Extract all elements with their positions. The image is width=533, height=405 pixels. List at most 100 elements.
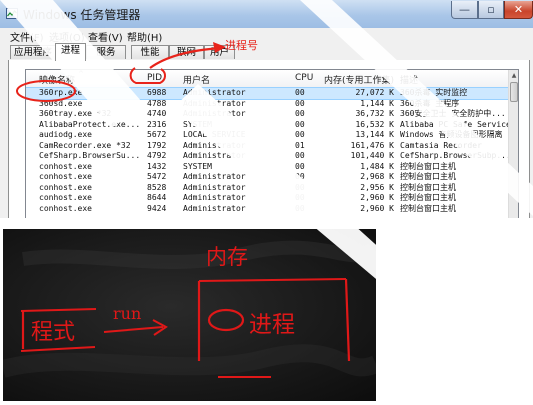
process-cpu: 00 bbox=[295, 182, 305, 192]
column-description[interactable]: 描述 bbox=[400, 73, 418, 86]
process-pid: 6988 bbox=[147, 88, 167, 97]
column-pid[interactable]: PID bbox=[147, 73, 162, 83]
process-description: 控制台窗口主机 bbox=[400, 182, 456, 192]
process-description: 360杀毒 主程序 bbox=[400, 98, 460, 108]
process-cpu: 00 bbox=[295, 151, 305, 160]
process-image-name: conhost.exe bbox=[39, 172, 92, 181]
process-row[interactable]: conhost.exe 9424 Administrator 00 2,960 K 控制台… bbox=[26, 204, 508, 215]
process-description: Camtasia Recorder bbox=[400, 140, 482, 150]
process-image-name: conhost.exe bbox=[39, 193, 92, 202]
program-chalk-label: 程式 bbox=[31, 320, 76, 345]
process-cpu: 00 bbox=[295, 119, 305, 129]
blackboard-photo: 内存 程式 run 进程 bbox=[3, 229, 376, 401]
process-memory: 161,476 K bbox=[350, 140, 394, 150]
tab-applications[interactable]: 应用程序 bbox=[10, 45, 56, 59]
process-pid: 4740 bbox=[147, 109, 167, 118]
process-pid: 8644 bbox=[147, 193, 167, 202]
process-description: 控制台窗口主机 bbox=[400, 161, 456, 171]
process-image-name: CamRecorder.exe *32 bbox=[39, 140, 131, 150]
process-row[interactable]: AlibabaProtect.exe... 2316 SYSTEM 00 16,532 … bbox=[26, 120, 508, 131]
column-cpu[interactable]: CPU bbox=[295, 73, 313, 83]
column-user-name[interactable]: 用户名 bbox=[183, 73, 210, 86]
process-pid: 5472 bbox=[147, 172, 167, 181]
process-pid: 1432 bbox=[147, 161, 167, 171]
process-cpu: 00 bbox=[295, 88, 305, 97]
task-manager-window: Windows 任务管理器 — ▫ ✕ 文件(F) 选项(O) 查看(V) 帮助… bbox=[0, 0, 533, 218]
process-row[interactable]: conhost.exe 8644 Administrator 00 2,960 K 控制台… bbox=[26, 193, 508, 204]
process-memory: 101,440 K bbox=[350, 151, 394, 160]
process-pid: 2316 bbox=[147, 119, 167, 129]
process-description: 360杀毒 实时监控 bbox=[400, 88, 468, 97]
process-pid: 8528 bbox=[147, 182, 167, 192]
process-user-name: Administrator bbox=[183, 109, 246, 118]
pid-annotation-note: 进程号 bbox=[225, 39, 258, 52]
minimize-button[interactable]: — bbox=[451, 1, 478, 19]
title-bar[interactable]: Windows 任务管理器 — ▫ ✕ bbox=[0, 0, 533, 28]
process-user-name: SYSTEM bbox=[183, 161, 212, 171]
process-cpu: 00 bbox=[295, 193, 305, 202]
process-pid: 9424 bbox=[147, 203, 167, 213]
process-cpu: 01 bbox=[295, 140, 305, 150]
process-pid: 1792 bbox=[147, 140, 167, 150]
process-image-name: CefSharp.BrowserSu... bbox=[39, 151, 141, 160]
tab-performance[interactable]: 性能 bbox=[131, 45, 169, 59]
menu-options[interactable]: 选项(O) bbox=[49, 29, 85, 44]
vertical-scrollbar[interactable]: ▲ bbox=[508, 70, 518, 218]
process-row[interactable]: conhost.exe 5472 Administrator 00 2,968 K 控制台… bbox=[26, 172, 508, 183]
process-user-name: Administrator bbox=[183, 88, 246, 97]
tab-processes[interactable]: 进程 bbox=[55, 43, 86, 61]
process-user-name: LOCAL SERVICE bbox=[183, 130, 246, 139]
process-image-name: conhost.exe bbox=[39, 161, 92, 171]
tab-networking[interactable]: 联网 bbox=[169, 45, 204, 59]
process-memory: 2,956 K bbox=[360, 182, 394, 192]
process-description: 360安全卫士 安全防护中... bbox=[400, 109, 506, 118]
tab-services[interactable]: 服务 bbox=[86, 45, 126, 59]
tab-strip: 应用程序 进程 服务 性能 联网 用户 bbox=[8, 43, 528, 61]
process-rows: 360rp.exe 6988 Administrator 00 27,072 K 360杀… bbox=[26, 87, 509, 215]
process-description: CefSharp.BrowserSubp... bbox=[400, 151, 508, 160]
process-pid: 4788 bbox=[147, 98, 167, 108]
process-row[interactable]: conhost.exe 8528 Administrator 00 2,956 K 控制台… bbox=[26, 183, 508, 194]
scroll-up-arrow-icon[interactable]: ▲ bbox=[509, 70, 518, 81]
process-row[interactable]: audiodg.exe 5672 LOCAL SERVICE 00 13,144 K Wi… bbox=[26, 130, 508, 141]
menu-view[interactable]: 查看(V) bbox=[88, 29, 123, 44]
process-user-name: Administrator bbox=[183, 140, 246, 150]
process-cpu: 00 bbox=[295, 130, 305, 139]
process-memory: 2,960 K bbox=[360, 203, 394, 213]
menu-help[interactable]: 帮助(H) bbox=[127, 29, 162, 44]
process-row[interactable]: CefSharp.BrowserSu... 4792 Administrator 00… bbox=[26, 151, 508, 162]
maximize-button[interactable]: ▫ bbox=[478, 1, 504, 19]
process-image-name: AlibabaProtect.exe... bbox=[39, 119, 141, 129]
process-user-name: Administrator bbox=[183, 151, 246, 160]
process-memory: 13,144 K bbox=[355, 130, 394, 139]
memory-chalk-label: 内存 bbox=[206, 245, 248, 269]
process-row[interactable]: 360tray.exe *32 4740 Administrator 00 36,732… bbox=[26, 109, 508, 120]
process-chalk-label: 进程 bbox=[249, 312, 295, 338]
task-manager-icon bbox=[6, 8, 18, 19]
process-cpu: 00 bbox=[295, 203, 305, 213]
process-row[interactable]: 360rp.exe 6988 Administrator 00 27,072 K 360杀… bbox=[26, 87, 509, 100]
scrollbar-thumb[interactable] bbox=[510, 82, 518, 102]
column-memory[interactable]: 内存(专用工作集) bbox=[324, 73, 394, 86]
column-image-name[interactable]: 映像名称 bbox=[39, 73, 75, 86]
process-user-name: Administrator bbox=[183, 172, 246, 181]
process-list[interactable]: ^ 映像名称 PID 用户名 CPU 内存(专用工作集) 描述 360rp.ex… bbox=[25, 69, 519, 218]
process-row[interactable]: conhost.exe 1432 SYSTEM 00 1,484 K 控制台窗口主机 bbox=[26, 162, 508, 173]
process-image-name: 360sd.exe bbox=[39, 98, 83, 108]
process-memory: 2,960 K bbox=[360, 193, 394, 202]
process-pid: 5672 bbox=[147, 130, 167, 139]
process-cpu: 00 bbox=[295, 161, 305, 171]
process-user-name: Administrator bbox=[183, 203, 246, 213]
process-row[interactable]: 360sd.exe 4788 Administrator 00 1,144 K 360杀毒… bbox=[26, 99, 508, 110]
process-cpu: 00 bbox=[295, 98, 305, 108]
process-row[interactable]: CamRecorder.exe *32 1792 Administrator 01 16… bbox=[26, 141, 508, 152]
process-memory: 27,072 K bbox=[355, 88, 394, 97]
window-title: Windows 任务管理器 bbox=[23, 8, 141, 22]
close-button[interactable]: ✕ bbox=[504, 1, 533, 19]
process-description: 控制台窗口主机 bbox=[400, 203, 456, 213]
process-image-name: 360tray.exe *32 bbox=[39, 109, 112, 118]
processes-panel: ^ 映像名称 PID 用户名 CPU 内存(专用工作集) 描述 360rp.ex… bbox=[8, 60, 530, 218]
process-image-name: conhost.exe bbox=[39, 203, 92, 213]
menu-file[interactable]: 文件(F) bbox=[10, 29, 44, 44]
process-cpu: 00 bbox=[295, 109, 305, 118]
